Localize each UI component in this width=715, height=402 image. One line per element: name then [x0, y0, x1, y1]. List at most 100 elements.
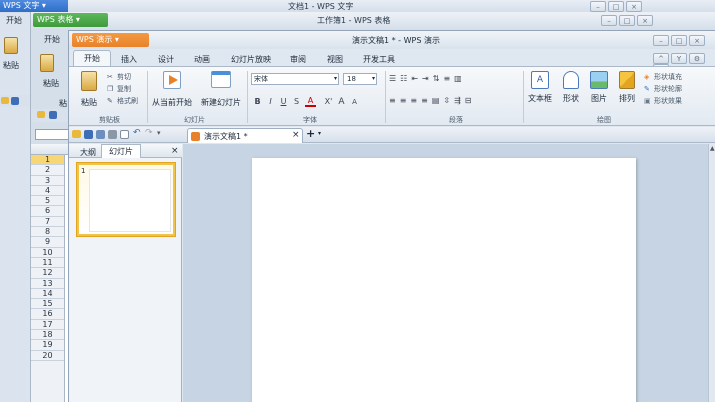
wps-writer-paste-icon[interactable] [4, 37, 18, 54]
row-number[interactable]: 5 [31, 196, 64, 207]
row-number[interactable]: 4 [31, 186, 64, 197]
new-tab-dropdown-icon[interactable]: ▾ [318, 130, 321, 137]
save-icon[interactable] [49, 111, 57, 119]
skin-icon[interactable]: Y [671, 53, 687, 64]
new-slide-button[interactable]: 新建幻灯片 [199, 71, 243, 108]
text-direction-icon[interactable]: ⇅ [433, 74, 440, 83]
align-center-icon[interactable]: ≡ [400, 96, 407, 105]
arrange-button[interactable]: 排列 [615, 71, 639, 104]
save-icon[interactable] [84, 130, 93, 139]
convert-smartart-icon[interactable]: ⇶ [454, 96, 461, 105]
minimize-icon[interactable]: – [601, 15, 617, 26]
row-number[interactable]: 12 [31, 268, 64, 279]
close-icon[interactable]: × [637, 15, 653, 26]
row-number[interactable]: 9 [31, 237, 64, 248]
textbox-button[interactable]: A 文本框 [526, 71, 554, 104]
clear-format-icon[interactable]: ⊟ [465, 96, 472, 105]
tab-insert[interactable]: 插入 [121, 54, 137, 65]
from-current-button[interactable]: 从当前开始 [151, 71, 193, 108]
wps-writer-tab-home[interactable]: 开始 [6, 15, 22, 26]
superscript-icon[interactable]: X' [322, 97, 335, 106]
distribute-icon[interactable]: ▤ [432, 96, 440, 105]
vertical-scrollbar[interactable]: ▲ [708, 144, 715, 402]
maximize-icon[interactable]: □ [608, 1, 624, 12]
tab-review[interactable]: 审阅 [290, 54, 306, 65]
row-number[interactable]: 13 [31, 279, 64, 289]
row-number[interactable]: 16 [31, 309, 64, 320]
shape-button[interactable]: 形状 [559, 71, 583, 104]
wps-sheets-paste-label-short[interactable]: 粘 [59, 98, 67, 109]
new-tab-button[interactable]: + [306, 127, 315, 140]
columns-icon[interactable]: ▥ [454, 74, 462, 83]
justify-icon[interactable]: ≡ [421, 96, 428, 105]
wps-sheets-paste-label[interactable]: 粘贴 [43, 78, 59, 89]
font-size-select[interactable]: 18 ▾ [343, 73, 377, 85]
shape-effect-button[interactable]: ▣ 形状效果 [644, 95, 682, 107]
row-number[interactable]: 15 [31, 299, 64, 310]
collapse-ribbon-icon[interactable]: ^ [653, 53, 669, 64]
slide-canvas[interactable] [252, 158, 636, 402]
wps-writer-paste-label[interactable]: 粘贴 [3, 60, 19, 71]
shrink-font-button[interactable]: A [348, 98, 361, 106]
minimize-icon[interactable]: – [590, 1, 606, 12]
cut-button[interactable]: ✂ 剪切 [107, 71, 138, 83]
wps-writer-app-button[interactable]: WPS 文字 ▾ [0, 0, 68, 12]
grow-font-button[interactable]: A [335, 97, 348, 107]
row-number[interactable]: 8 [31, 227, 64, 238]
minimize-icon[interactable]: – [653, 35, 669, 46]
tab-home[interactable]: 开始 [73, 50, 111, 66]
row-number[interactable]: 17 [31, 320, 64, 331]
row-number[interactable]: 14 [31, 289, 64, 300]
tab-view[interactable]: 视图 [327, 54, 343, 65]
customize-toolbar-icon[interactable]: ▾ [157, 129, 161, 137]
shape-outline-button[interactable]: ✎ 形状轮廓 [644, 83, 682, 95]
paste-button[interactable]: 粘贴 [77, 71, 101, 108]
row-number[interactable]: 18 [31, 330, 64, 341]
undo-icon[interactable]: ↶ [133, 128, 141, 138]
open-folder-icon[interactable] [1, 97, 9, 104]
close-panel-icon[interactable]: × [171, 146, 179, 156]
close-tab-icon[interactable]: × [292, 130, 300, 140]
align-left-icon[interactable]: ≡ [389, 96, 396, 105]
slide-thumbnail[interactable]: 1 [77, 163, 175, 236]
row-number[interactable]: 6 [31, 206, 64, 217]
italic-button[interactable]: I [264, 97, 277, 106]
row-number[interactable]: 2 [31, 165, 64, 176]
scroll-up-icon[interactable]: ▲ [710, 145, 715, 152]
tab-outline[interactable]: 大纲 [80, 147, 96, 158]
redo-icon[interactable]: ↷ [145, 128, 153, 138]
line-spacing-icon[interactable]: ≡ [443, 74, 450, 83]
row-number[interactable]: 19 [31, 340, 64, 351]
row-number[interactable]: 11 [31, 258, 64, 269]
open-folder-icon[interactable] [37, 111, 45, 118]
close-icon[interactable]: × [689, 35, 705, 46]
format-painter-button[interactable]: ✎ 格式刷 [107, 95, 138, 107]
increase-indent-icon[interactable]: ⇥ [422, 74, 429, 83]
tab-design[interactable]: 设计 [158, 54, 174, 65]
wps-presentation-app-button[interactable]: WPS 演示 ▾ [72, 33, 149, 47]
bullet-list-icon[interactable]: ☰ [389, 74, 396, 83]
tab-slideshow[interactable]: 幻灯片放映 [231, 54, 271, 65]
shape-fill-button[interactable]: ◈ 形状填充 [644, 71, 682, 83]
numbered-list-icon[interactable]: ☷ [400, 74, 407, 83]
wps-sheets-paste-icon[interactable] [40, 54, 54, 72]
save-icon[interactable] [11, 97, 19, 105]
font-color-icon[interactable]: A [305, 96, 316, 107]
wps-sheets-app-button[interactable]: WPS 表格 ▾ [33, 13, 108, 27]
tab-developer[interactable]: 开发工具 [363, 54, 395, 65]
settings-icon[interactable]: ⚙ [689, 53, 705, 64]
decrease-indent-icon[interactable]: ⇤ [411, 74, 418, 83]
bold-button[interactable]: B [251, 97, 264, 106]
font-name-select[interactable]: 宋体 ▾ [251, 73, 339, 85]
row-number[interactable]: 3 [31, 176, 64, 186]
open-folder-icon[interactable] [72, 130, 81, 138]
text-align-icon[interactable]: ⇳ [443, 96, 450, 105]
tab-slides[interactable]: 幻灯片 [101, 144, 141, 158]
strikethrough-button[interactable]: S [290, 97, 303, 106]
picture-button[interactable]: 图片 [587, 71, 611, 104]
row-number[interactable]: 1 [31, 155, 64, 166]
maximize-icon[interactable]: □ [619, 15, 635, 26]
document-tab[interactable]: 演示文稿1 * × [187, 128, 303, 143]
wps-sheets-tab-home[interactable]: 开始 [44, 34, 60, 45]
save-as-icon[interactable] [96, 130, 105, 139]
